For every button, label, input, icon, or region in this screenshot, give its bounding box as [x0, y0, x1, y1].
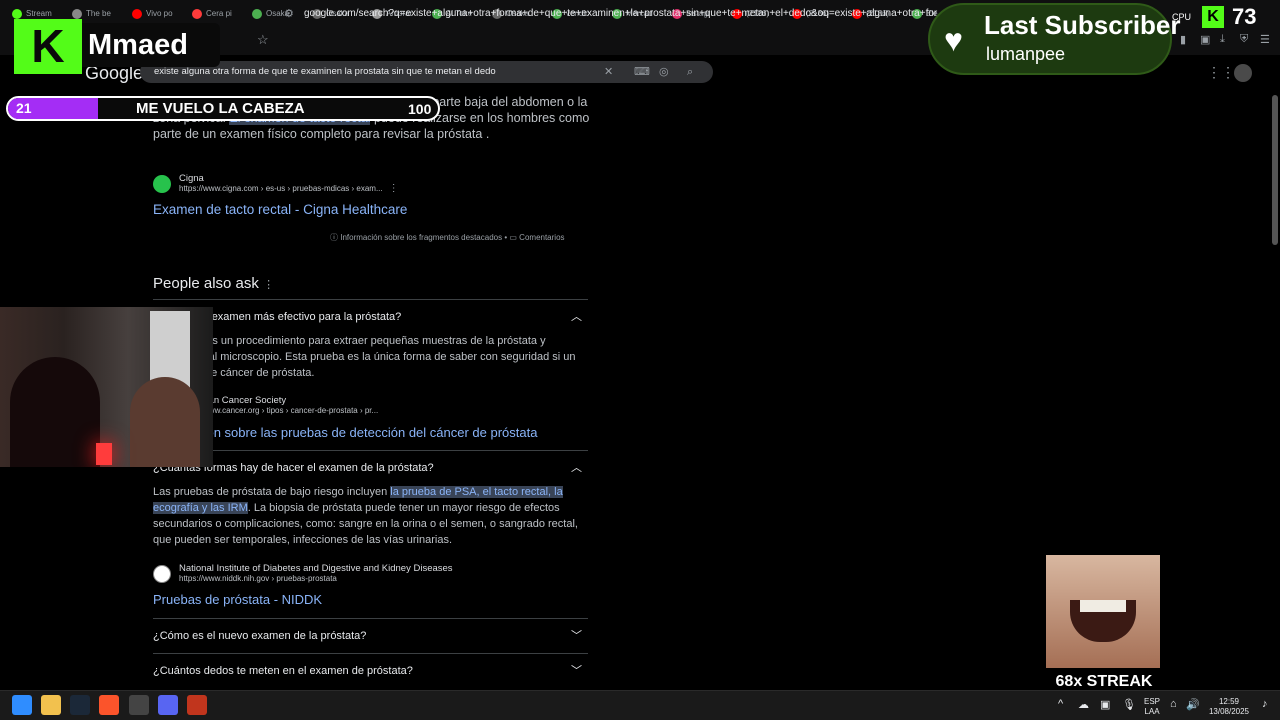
webcam-person — [130, 377, 200, 467]
goal-max: 100 — [408, 101, 432, 117]
windows-start-icon[interactable] — [12, 695, 32, 715]
last-sub-title: Last Subscriber — [984, 10, 1181, 40]
lens-icon[interactable]: ◎ — [659, 61, 669, 83]
menu-icon[interactable]: ☰ — [1260, 33, 1270, 46]
brave-icon[interactable] — [99, 695, 119, 715]
chevron-up-icon[interactable]: ^ — [1058, 698, 1063, 710]
avatar[interactable] — [1234, 64, 1252, 82]
chevron-up-icon: ︿ — [571, 462, 582, 474]
bell-icon[interactable]: ♪ — [1262, 698, 1268, 710]
meme-teeth — [1080, 600, 1126, 612]
tab-favicon-icon — [252, 8, 262, 19]
paa-answer-2: Las pruebas de próstata de bajo riesgo i… — [153, 486, 578, 546]
source-url: https://www.cigna.com › es-us › pruebas-… — [179, 184, 383, 193]
tab-label: The be — [86, 9, 111, 18]
search-query: existe alguna otra forma de que te exami… — [154, 66, 496, 77]
snippet-meta: ⓘ Información sobre los fragmentos desta… — [330, 232, 565, 243]
paa-source-2[interactable]: National Institute of Diabetes and Diges… — [153, 563, 453, 583]
search-input[interactable]: existe alguna otra forma de que te exami… — [140, 61, 713, 83]
paa-question-4[interactable]: ¿Cuántos dedos te meten en el examen de … — [153, 653, 588, 687]
cpu-label: CPU — [1172, 12, 1192, 22]
tab-favicon-icon — [132, 8, 142, 19]
paa-question-3[interactable]: ¿Cómo es el nuevo examen de la próstata?… — [153, 618, 588, 652]
goal-current: 21 — [16, 100, 32, 116]
obs-icon[interactable] — [187, 695, 207, 715]
clock[interactable]: 12:59 13/08/2025 — [1206, 697, 1252, 717]
scrollbar[interactable] — [1272, 95, 1278, 245]
webcam-person — [10, 357, 100, 467]
paa-title: People also ask ⋮ — [153, 275, 275, 292]
file-explorer-icon[interactable] — [41, 695, 61, 715]
paa-question-2[interactable]: ¿Cuántas formas hay de hacer el examen d… — [153, 450, 588, 484]
settings-icon[interactable] — [129, 695, 149, 715]
tab-favicon-icon — [192, 8, 202, 19]
apps-grid-icon[interactable]: ⋮⋮ — [1207, 64, 1235, 81]
tab-label: Vivo po — [146, 9, 173, 18]
clear-icon[interactable]: ✕ — [604, 61, 613, 83]
downloads-icon[interactable]: ⤓ — [1220, 33, 1225, 46]
last-sub-user: lumanpee — [986, 44, 1066, 64]
url-text: google.com/search?q=existe+alguna+otra+f… — [304, 8, 940, 19]
kick-logo: K — [14, 19, 82, 74]
goal-title: ME VUELO LA CABEZA — [136, 100, 305, 117]
snippet-source[interactable]: Cigna https://www.cigna.com › es-us › pr… — [153, 173, 399, 194]
tab-label: Stream — [26, 9, 52, 18]
comment-icon: ▭ — [509, 233, 517, 242]
nvidia-icon[interactable]: ▣ — [1100, 698, 1110, 711]
snippet-link[interactable]: Examen de tacto rectal - Cigna Healthcar… — [153, 202, 407, 217]
search-icon[interactable]: ⌕ — [687, 61, 693, 83]
onedrive-icon[interactable]: ☁ — [1078, 698, 1089, 711]
tab-search-icon[interactable]: ▣ — [1200, 33, 1210, 46]
discord-icon[interactable] — [158, 695, 178, 715]
heart-icon: ♥ — [944, 22, 963, 58]
info-icon: ⓘ — [330, 233, 338, 242]
volume-icon[interactable]: 🔊 — [1186, 698, 1200, 711]
viewer-count: 73 — [1232, 4, 1257, 29]
tab-favicon-icon — [12, 8, 22, 19]
more-options-icon[interactable]: ⋮ — [263, 279, 274, 291]
site-info-icon[interactable]: ⚙ — [284, 4, 294, 24]
keyboard-icon[interactable]: ⌨ — [634, 61, 650, 83]
snippet-info-link[interactable]: Información sobre los fragmentos destaca… — [340, 233, 502, 242]
chevron-down-icon: ﹀ — [571, 665, 582, 677]
kick-viewers-icon: K — [1202, 6, 1224, 28]
channel-name: Mmaed — [82, 23, 220, 67]
address-bar[interactable]: ⚙ google.com/search?q=existe+alguna+otra… — [280, 4, 940, 24]
sub-goal-bar: 21 ME VUELO LA CABEZA 100 — [6, 96, 440, 121]
streak-label: 68x STREAK — [1055, 673, 1153, 690]
paa-answer-1: La biopsia es un procedimiento para extr… — [153, 335, 576, 379]
comments-link[interactable]: Comentarios — [519, 233, 564, 242]
source-url: https://www.niddk.nih.gov › pruebas-pros… — [179, 574, 337, 583]
paa-link-2[interactable]: Pruebas de próstata - NIDDK — [153, 592, 322, 607]
webcam-candle — [96, 443, 112, 465]
paa-question-1[interactable]: ¿Cuál es el examen más efectivo para la … — [153, 299, 588, 333]
source-name: Cigna — [179, 173, 204, 184]
steam-icon[interactable] — [70, 695, 90, 715]
language-indicator[interactable]: ESP LAA — [1140, 697, 1164, 717]
webcam-feed — [0, 307, 213, 467]
tab-label: Cera pi — [206, 9, 232, 18]
network-icon[interactable]: ⌂ — [1170, 698, 1177, 710]
screen: Stream The be Vivo po Cera pi Osaka Osaka Amor… — [0, 0, 1280, 720]
niddk-favicon — [153, 565, 171, 583]
tab-favicon-icon — [72, 8, 82, 19]
bookmark-icon[interactable]: ☆ — [257, 32, 269, 48]
more-options-icon[interactable]: ⋮ — [389, 183, 399, 194]
microphone-icon[interactable]: 🎙 — [1122, 698, 1136, 711]
shield-icon[interactable]: ⛨ — [1240, 33, 1248, 46]
source-name: National Institute of Diabetes and Diges… — [179, 563, 453, 574]
chevron-down-icon: ﹀ — [571, 630, 582, 642]
cigna-favicon — [153, 175, 171, 193]
sidebar-icon[interactable]: ▮ — [1180, 33, 1186, 46]
chevron-up-icon: ︿ — [571, 311, 582, 323]
